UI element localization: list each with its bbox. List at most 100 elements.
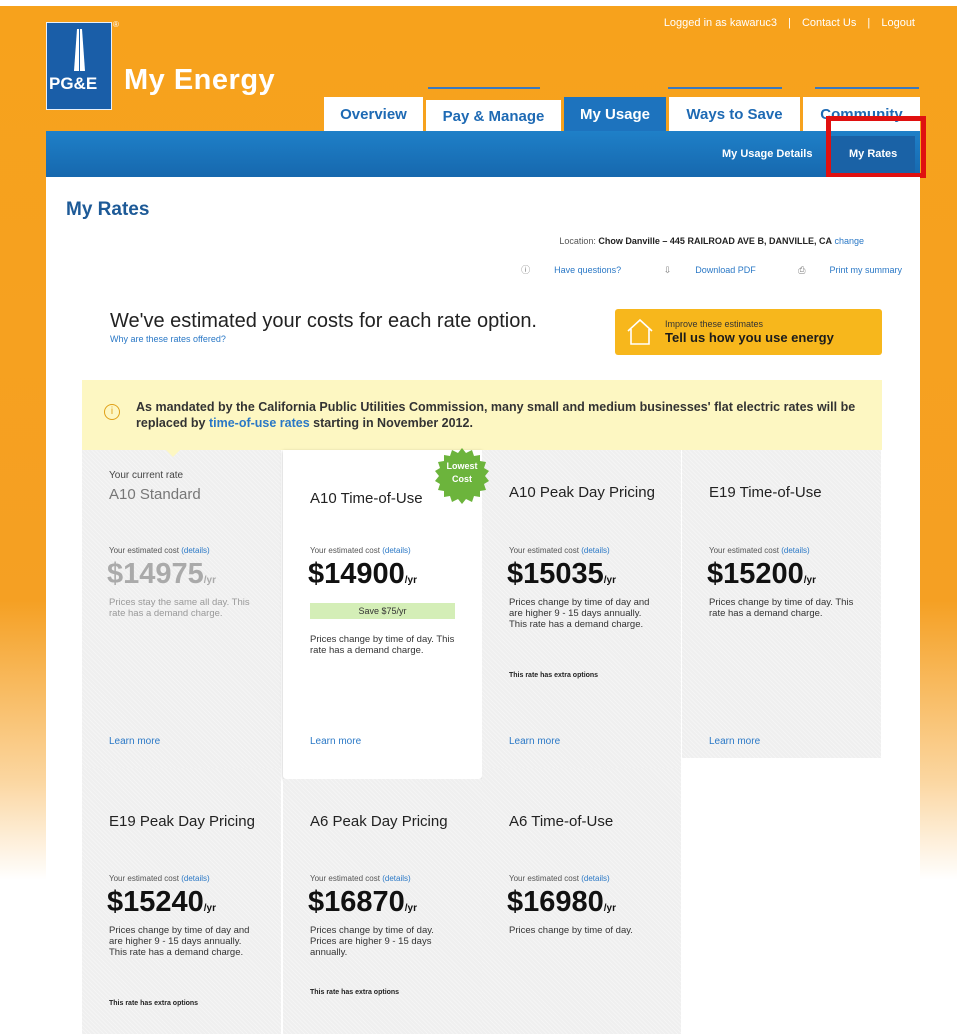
price-value: $15240 bbox=[107, 886, 204, 918]
location-line: Location: Chow Danville – 445 RAILROAD A… bbox=[559, 236, 864, 246]
rate-name: A10 Peak Day Pricing bbox=[509, 484, 655, 501]
learn-more-link[interactable]: Learn more bbox=[709, 736, 760, 747]
download-pdf-link[interactable]: ⇩ Download PDF bbox=[644, 265, 756, 275]
price-unit: /yr bbox=[404, 575, 418, 586]
rate-name: E19 Time-of-Use bbox=[709, 484, 822, 501]
rate-price: $15200/yr bbox=[707, 558, 816, 591]
download-icon: ⇩ bbox=[663, 265, 672, 275]
separator: | bbox=[788, 17, 791, 29]
rate-card-e19-peak-day: E19 Peak Day Pricing Your estimated cost… bbox=[82, 768, 281, 1034]
rate-price: $15240/yr bbox=[107, 886, 216, 919]
printer-icon: ⎙ bbox=[798, 265, 806, 275]
tab-accent-line bbox=[668, 87, 782, 89]
top-border bbox=[0, 0, 957, 6]
subnav-my-usage-details[interactable]: My Usage Details bbox=[722, 148, 812, 160]
app-name: My Energy bbox=[124, 64, 276, 96]
tab-accent-line bbox=[428, 87, 540, 89]
pge-logo[interactable]: PG&E bbox=[46, 22, 112, 110]
price-unit: /yr bbox=[803, 575, 817, 586]
improve-estimates-button[interactable]: Improve these estimates Tell us how you … bbox=[615, 309, 882, 355]
rate-price: $15035/yr bbox=[507, 558, 616, 591]
price-value: $16980 bbox=[507, 886, 604, 918]
subnav-bar: My Usage Details My Rates bbox=[46, 131, 920, 177]
print-summary-link[interactable]: ⎙ Print my summary bbox=[778, 265, 902, 275]
rate-card-e19-time-of-use: E19 Time-of-Use Your estimated cost (det… bbox=[682, 450, 881, 758]
details-link[interactable]: (details) bbox=[781, 546, 809, 555]
rate-description: Prices change by time of day and are hig… bbox=[109, 925, 250, 958]
rate-price: $16870/yr bbox=[308, 886, 417, 919]
improve-cta: Tell us how you use energy bbox=[665, 330, 834, 345]
notice-text: As mandated by the California Public Uti… bbox=[136, 399, 856, 431]
location-change-link[interactable]: change bbox=[834, 236, 864, 246]
my-rates-highlight-box bbox=[826, 116, 926, 178]
badge-line-1: Lowest bbox=[446, 461, 478, 471]
contact-us-link[interactable]: Contact Us bbox=[802, 17, 856, 29]
notice-post: starting in November 2012. bbox=[309, 416, 473, 430]
main-panel: My Rates Location: Chow Danville – 445 R… bbox=[46, 177, 920, 1034]
location-value: Chow Danville – 445 RAILROAD AVE B, DANV… bbox=[598, 236, 832, 246]
details-link[interactable]: (details) bbox=[581, 874, 609, 883]
rate-card-a6-peak-day: A6 Peak Day Pricing Your estimated cost … bbox=[283, 779, 482, 1034]
price-unit: /yr bbox=[203, 575, 217, 586]
rate-description: Prices change by time of day. This rate … bbox=[310, 634, 455, 656]
notice-banner: i As mandated by the California Public U… bbox=[82, 380, 882, 450]
extra-options-note: This rate has extra options bbox=[310, 989, 400, 996]
rate-name: A6 Peak Day Pricing bbox=[310, 813, 448, 830]
utility-links: ⓘ Have questions? ⇩ Download PDF ⎙ Print my… bbox=[481, 263, 902, 276]
details-link[interactable]: (details) bbox=[181, 874, 209, 883]
have-questions-text: Have questions? bbox=[554, 265, 622, 275]
estimate-heading: We've estimated your costs for each rate… bbox=[110, 310, 537, 332]
location-label: Location: bbox=[559, 236, 596, 246]
tab-overview[interactable]: Overview bbox=[324, 97, 423, 131]
tab-ways-to-save[interactable]: Ways to Save bbox=[669, 97, 800, 131]
info-icon: i bbox=[104, 404, 120, 420]
estimated-cost-label: Your estimated cost (details) bbox=[509, 546, 610, 555]
learn-more-link[interactable]: Learn more bbox=[509, 736, 560, 747]
time-of-use-link[interactable]: time-of-use rates bbox=[209, 416, 310, 430]
why-rates-link[interactable]: Why are these rates offered? bbox=[110, 334, 226, 344]
price-unit: /yr bbox=[404, 903, 418, 914]
download-pdf-text: Download PDF bbox=[695, 265, 756, 275]
logout-link[interactable]: Logout bbox=[881, 17, 915, 29]
est-text: Your estimated cost bbox=[709, 546, 779, 555]
badge-text: Lowest Cost bbox=[432, 460, 492, 486]
current-rate-tag: Your current rate bbox=[109, 470, 184, 481]
rate-price: $14900/yr bbox=[308, 558, 417, 591]
tab-accent-line bbox=[815, 87, 919, 89]
rate-card-a10-peak-day: A10 Peak Day Pricing Your estimated cost… bbox=[482, 450, 681, 768]
extra-options-note: This rate has extra options bbox=[509, 672, 599, 679]
tab-pay-manage[interactable]: Pay & Manage bbox=[426, 100, 561, 131]
est-text: Your estimated cost bbox=[509, 546, 579, 555]
current-rate-pointer bbox=[159, 443, 187, 457]
rate-name: A6 Time-of-Use bbox=[509, 813, 614, 830]
rate-description: Prices stay the same all day. This rate … bbox=[109, 597, 250, 619]
rate-price: $16980/yr bbox=[507, 886, 616, 919]
est-text: Your estimated cost bbox=[509, 874, 579, 883]
rate-card-a6-time-of-use: A6 Time-of-Use Your estimated cost (deta… bbox=[482, 768, 681, 1034]
badge-line-2: Cost bbox=[452, 474, 472, 484]
price-unit: /yr bbox=[203, 903, 217, 914]
details-link[interactable]: (details) bbox=[181, 546, 209, 555]
estimated-cost-label: Your estimated cost (details) bbox=[109, 874, 210, 883]
estimated-cost-label: Your estimated cost (details) bbox=[509, 874, 610, 883]
price-value: $14975 bbox=[107, 558, 204, 590]
rate-description: Prices change by time of day and are hig… bbox=[509, 597, 650, 630]
est-text: Your estimated cost bbox=[109, 546, 179, 555]
details-link[interactable]: (details) bbox=[382, 546, 410, 555]
savings-badge: Save $75/yr bbox=[310, 603, 455, 619]
rate-description: Prices change by time of day. bbox=[509, 925, 633, 936]
extra-options-note: This rate has extra options bbox=[109, 1000, 199, 1007]
learn-more-link[interactable]: Learn more bbox=[109, 736, 160, 747]
details-link[interactable]: (details) bbox=[581, 546, 609, 555]
have-questions-link[interactable]: ⓘ Have questions? bbox=[501, 265, 621, 275]
print-summary-text: Print my summary bbox=[829, 265, 902, 275]
rate-name: E19 Peak Day Pricing bbox=[109, 813, 255, 830]
learn-more-link[interactable]: Learn more bbox=[310, 736, 361, 747]
tab-my-usage[interactable]: My Usage bbox=[564, 97, 666, 131]
price-value: $14900 bbox=[308, 558, 405, 590]
pge-logo-icon: PG&E bbox=[49, 29, 97, 93]
estimated-cost-label: Your estimated cost (details) bbox=[310, 874, 411, 883]
details-link[interactable]: (details) bbox=[382, 874, 410, 883]
separator: | bbox=[867, 17, 871, 29]
estimated-cost-label: Your estimated cost (details) bbox=[109, 546, 210, 555]
